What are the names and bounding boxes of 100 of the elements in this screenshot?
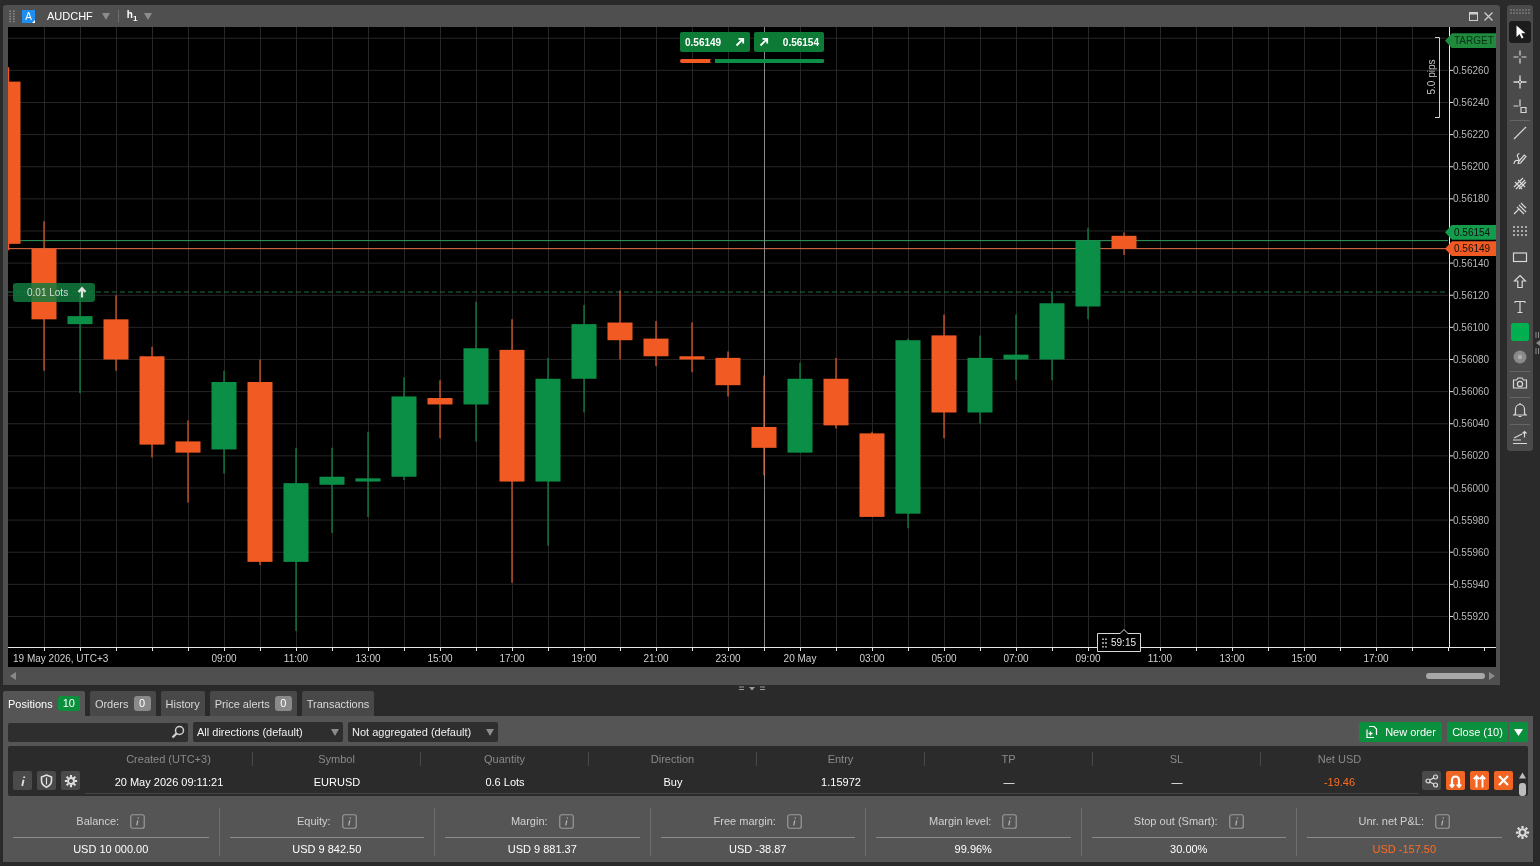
summary-value: USD -38.87 — [729, 842, 787, 856]
candle — [1111, 232, 1137, 256]
time-axis-label: 19:00 — [571, 653, 597, 664]
column-header: Quantity — [421, 752, 589, 766]
info-icon[interactable] — [1228, 813, 1244, 829]
table-cell: 1.15972 — [757, 771, 925, 794]
shield-icon — [40, 773, 53, 788]
summary-label: Free margin: — [713, 815, 776, 827]
search-icon — [171, 725, 185, 739]
table-cell: EURUSD — [253, 771, 421, 794]
tool-button[interactable] — [1509, 20, 1531, 43]
collapse-handle-icon[interactable] — [1535, 332, 1540, 354]
shield-button[interactable] — [37, 771, 56, 790]
settings-icon — [63, 773, 78, 788]
close-all-button[interactable]: Close (10) — [1447, 722, 1508, 742]
bid-price-tag[interactable]: 0.56149 — [1445, 241, 1496, 257]
summary-value: USD 10 000.00 — [73, 842, 149, 856]
symbol-dropdown[interactable]: AUDCHF — [47, 10, 110, 22]
symbol-letter-badge: A — [22, 9, 35, 23]
price-axis-label: 0.56000 — [1453, 482, 1490, 494]
double-up-arrow-icon — [1473, 773, 1486, 788]
close-position-button[interactable] — [1494, 771, 1513, 790]
info-icon[interactable] — [558, 813, 574, 829]
price-axis-label: 0.56100 — [1453, 321, 1490, 333]
time-axis-label: 15:00 — [427, 653, 453, 664]
price-axis-label: 0.56200 — [1453, 161, 1490, 173]
table-cell: 20 May 2026 09:11:21 — [85, 771, 253, 794]
column-header: SL — [1093, 752, 1261, 766]
table-cell: — — [925, 771, 1093, 794]
search-field[interactable] — [8, 722, 188, 742]
column-header: Entry — [757, 752, 925, 766]
share-button[interactable] — [1422, 771, 1441, 790]
ask-price-tag[interactable]: 0.56154 — [1445, 224, 1496, 240]
column-header: TP — [925, 752, 1093, 766]
panel-tab[interactable]: Orders 0 — [89, 691, 156, 716]
grip-icon[interactable] — [1510, 9, 1530, 14]
candle — [427, 379, 453, 439]
column-header: Net USD — [1316, 752, 1363, 766]
price-axis-label: 0.56260 — [1453, 64, 1490, 76]
info-icon[interactable] — [341, 813, 357, 829]
time-axis-label: 17:00 — [1363, 653, 1389, 664]
table-cell: 0.6 Lots — [421, 771, 589, 794]
info-icon[interactable] — [130, 813, 146, 829]
maximize-icon[interactable] — [1469, 11, 1478, 21]
time-axis-label: 17:00 — [499, 653, 525, 664]
scroll-left-arrow-icon[interactable] — [10, 672, 16, 680]
circle-icon — [1512, 348, 1528, 365]
table-cell: Buy — [589, 771, 757, 794]
time-axis-label: 09:00 — [1075, 653, 1101, 664]
price-axis-label: 0.56020 — [1453, 450, 1490, 462]
scroll-right-arrow-icon[interactable] — [1489, 672, 1495, 680]
splitter-handle-icon[interactable] — [738, 685, 765, 691]
column-header: Symbol — [253, 752, 421, 766]
summary-label: Equity: — [296, 815, 331, 827]
scroll-thumb[interactable] — [1426, 673, 1485, 679]
new-order-button[interactable]: New order — [1359, 722, 1442, 742]
drag-dots-icon[interactable] — [1102, 637, 1107, 648]
candle — [1003, 313, 1029, 381]
time-axis-label: 15:00 — [1291, 653, 1317, 664]
timeframe-dropdown[interactable]: h$_{1}$ — [126, 9, 153, 23]
double-up-button[interactable] — [1470, 771, 1489, 790]
time-axis-label: 13:00 — [355, 653, 381, 664]
info-button[interactable] — [13, 771, 32, 790]
settings-button[interactable] — [61, 771, 80, 790]
caret-icon — [1514, 728, 1523, 736]
close-icon[interactable] — [1484, 11, 1493, 21]
countdown-time: 59:15 — [1111, 637, 1137, 648]
close-icon — [1498, 775, 1509, 786]
reverse-button[interactable] — [1446, 771, 1465, 790]
price-axis-label: 0.56080 — [1453, 354, 1490, 366]
sell-price-button[interactable]: 0.56149 — [680, 32, 750, 52]
caret-icon — [486, 728, 494, 736]
time-axis-label: 21:00 — [643, 653, 669, 664]
close-options-button[interactable] — [1509, 722, 1528, 742]
up-arrow-icon — [1512, 274, 1528, 291]
filter-dropdown[interactable]: All directions (default) — [193, 722, 343, 742]
price-axis-label: 0.56140 — [1453, 257, 1490, 269]
price-axis-label: 0.56220 — [1453, 129, 1490, 141]
panel-tab[interactable]: Transactions — [301, 691, 375, 716]
vertical-scrollbar[interactable] — [1518, 771, 1527, 796]
info-icon[interactable] — [786, 813, 802, 829]
settings-icon[interactable] — [1514, 824, 1530, 840]
panel-tab[interactable]: History — [160, 691, 205, 716]
info-icon[interactable] — [1434, 813, 1450, 829]
summary-label: Unr. net P&L: — [1358, 815, 1424, 827]
panel-tab[interactable]: Price alerts 0 — [209, 691, 297, 716]
count-badge: 0 — [133, 696, 151, 711]
time-axis-label: 11:00 — [283, 653, 309, 664]
grip-icon[interactable] — [9, 9, 15, 23]
summary-label: Stop out (Smart): — [1133, 815, 1218, 827]
table-cell: — — [1093, 771, 1261, 794]
info-icon[interactable] — [1002, 813, 1018, 829]
up-arrow-icon — [77, 286, 87, 298]
filter-dropdown[interactable]: Not aggregated (default) — [348, 722, 498, 742]
brush-icon — [1512, 150, 1528, 166]
buy-price-button[interactable]: 0.56154 — [754, 32, 824, 52]
panel-tab[interactable]: Positions 10 — [3, 691, 85, 716]
position-tag[interactable]: 0.01 Lots — [13, 282, 95, 302]
bell-icon — [1512, 402, 1528, 419]
time-axis-label: 23:00 — [715, 653, 741, 664]
